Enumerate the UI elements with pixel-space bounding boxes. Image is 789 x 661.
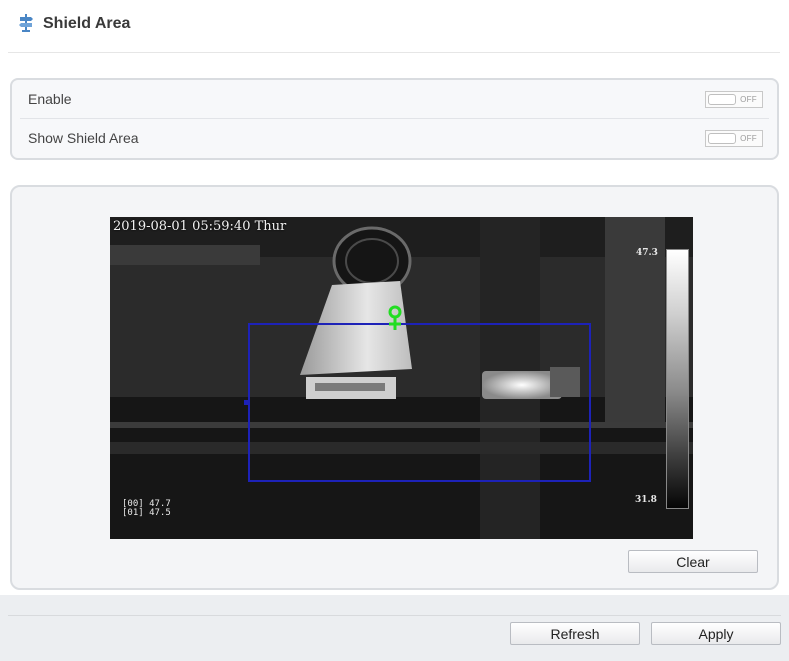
toggle-knob (708, 133, 736, 144)
setting-row-enable: Enable OFF (20, 80, 769, 119)
page-title: Shield Area (43, 15, 131, 32)
enable-toggle[interactable]: OFF (705, 91, 763, 108)
settings-panel: Enable OFF Show Shield Area OFF (10, 78, 779, 160)
thermal-video-view[interactable]: 2019-08-01 05:59:40 Thur 47.3 31.8 [00] … (110, 217, 693, 539)
toggle-state-text: OFF (740, 134, 757, 143)
show-shield-area-toggle[interactable]: OFF (705, 130, 763, 147)
show-shield-area-label: Show Shield Area (28, 130, 139, 146)
apply-button[interactable]: Apply (651, 622, 781, 645)
footer-bar: Refresh Apply (0, 595, 789, 661)
video-panel: 2019-08-01 05:59:40 Thur 47.3 31.8 [00] … (10, 185, 779, 590)
scale-max-value: 47.3 (636, 248, 658, 258)
toggle-knob (708, 94, 736, 105)
clear-button[interactable]: Clear (628, 550, 758, 573)
enable-label: Enable (28, 91, 72, 107)
osd-timestamp: 2019-08-01 05:59:40 Thur (113, 219, 287, 234)
temperature-marker-icon (388, 305, 402, 330)
shield-area-rectangle[interactable] (248, 323, 591, 482)
scale-min-value: 31.8 (635, 495, 657, 505)
temperature-reading: [01] 47.5 (122, 508, 171, 518)
refresh-button[interactable]: Refresh (510, 622, 640, 645)
page-header: Shield Area (8, 8, 780, 53)
shield-area-resize-handle[interactable] (244, 400, 249, 405)
toggle-state-text: OFF (740, 95, 757, 104)
temperature-scale-bar (666, 249, 689, 509)
signpost-icon (19, 14, 33, 32)
divider (8, 615, 781, 616)
setting-row-show-shield-area: Show Shield Area OFF (20, 119, 769, 157)
